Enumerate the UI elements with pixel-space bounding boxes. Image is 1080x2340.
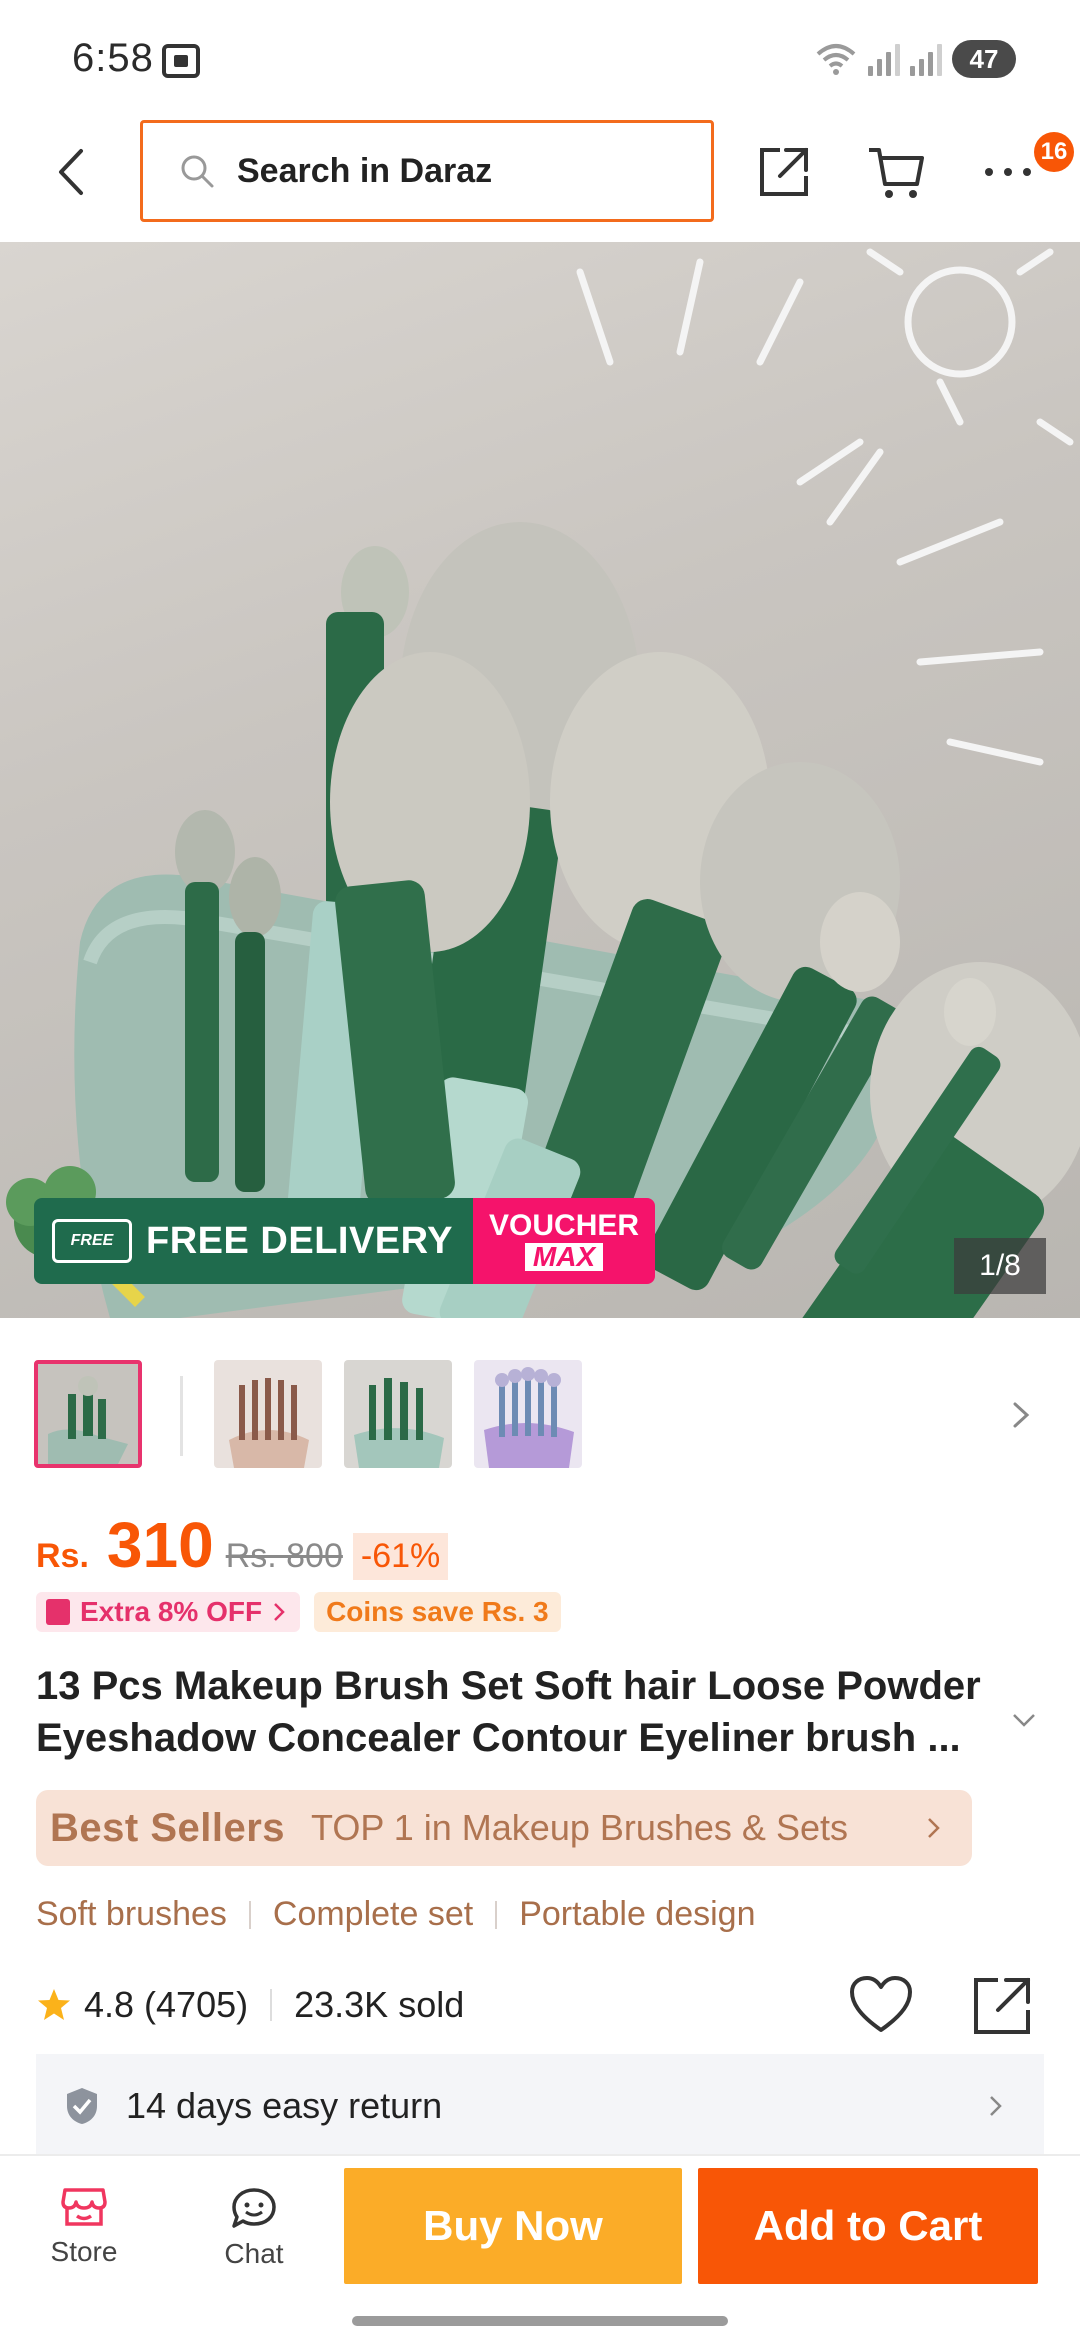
return-policy-text: 14 days easy return [126,2085,443,2126]
price-value: 310 [106,1509,214,1581]
back-button[interactable] [40,142,100,202]
status-icons: 47 [814,40,1016,78]
rating-row: 4.8 (4705) 23.3K sold [36,1970,1046,2040]
price-row: Rs. 310 Rs. 800 -61% [36,1508,449,1588]
home-indicator[interactable] [352,2316,728,2326]
top-header: Search in Daraz 16 [0,120,1080,242]
title-expand-button[interactable] [1004,1700,1044,1740]
free-delivery-badge: FREE FREE DELIVERY [34,1198,474,1284]
offers-row: Extra 8% OFF Coins save Rs. 3 [36,1592,561,1632]
free-delivery-text: FREE DELIVERY [146,1219,454,1262]
bestseller-label: Best Sellers [50,1805,286,1850]
thumbnail-2[interactable] [214,1360,322,1468]
bestseller-arrow [916,1810,952,1846]
notification-badge: 16 [1034,132,1074,172]
tag-separator [248,1900,251,1929]
thumbnail-image [214,1360,322,1468]
screenshot-icon [162,44,200,78]
thumbnail-image [344,1360,452,1468]
heart-icon [850,1976,912,2032]
extra-off-button[interactable]: Extra 8% OFF [36,1592,301,1632]
more-icon [985,168,1031,176]
product-image-carousel[interactable]: FREE FREE DELIVERY VOUCHER MAX 1/8 [0,242,1080,1318]
feature-tags: Soft brushes Complete set Portable desig… [36,1895,756,1934]
feature-tag: Soft brushes [36,1895,227,1933]
star-icon [38,1989,70,2020]
return-policy-arrow [978,2088,1014,2124]
extra-off-label: Extra 8% OFF [80,1596,263,1627]
feature-tag: Portable design [519,1895,756,1933]
image-counter: 1/8 [954,1238,1046,1294]
feature-tag: Complete set [272,1895,474,1933]
chevron-left-icon [59,149,83,195]
search-placeholder: Search in Daraz [237,151,493,190]
cart-icon [869,148,924,198]
signal-icon-2 [910,42,942,76]
return-policy-row[interactable]: 14 days easy return [36,2054,1044,2158]
bottom-action-bar: Store Chat Buy Now Add to Cart [0,2154,1080,2340]
search-icon [181,155,214,188]
status-time: 6:58 [72,36,154,80]
voucher-line2: MAX [524,1243,604,1271]
cart-button[interactable] [866,142,926,202]
sold-count: 23.3K sold [294,1984,465,2025]
status-bar: 6:58 47 [0,0,1080,120]
share-icon [760,148,808,196]
rating-separator [270,1989,273,2021]
chat-icon [232,2188,276,2228]
thumbnail-image [38,1364,138,1464]
buy-now-button[interactable]: Buy Now [344,2168,682,2284]
product-title: 13 Pcs Makeup Brush Set Soft hair Loose … [36,1664,981,1760]
chevron-right-icon [1013,1402,1030,1428]
wifi-icon [816,44,856,75]
chevron-right-icon [928,1818,940,1838]
thumbnail-divider [180,1376,183,1456]
thumbnail-3[interactable] [344,1360,452,1468]
tag-separator [495,1900,498,1929]
thumbnail-strip [0,1360,1080,1470]
voucher-max-badge: VOUCHER MAX [473,1198,656,1284]
more-options-button[interactable] [978,142,1038,202]
voucher-line1: VOUCHER [489,1209,640,1242]
chat-button[interactable]: Chat [194,2186,314,2270]
price-currency: Rs. [36,1537,89,1575]
store-button[interactable]: Store [24,2186,144,2268]
discount-badge: -61% [352,1533,449,1580]
thumbnail-next-button[interactable] [996,1390,1046,1440]
free-tag: FREE [52,1219,132,1263]
chevron-right-icon [274,1603,285,1621]
chevron-down-icon [1013,1714,1035,1727]
coins-save-badge: Coins save Rs. 3 [314,1592,561,1632]
share-icon [974,1978,1030,2034]
product-image [6,248,1080,1318]
battery-indicator: 47 [952,40,1016,78]
shield-check-icon [67,2088,97,2124]
share-button[interactable] [754,142,814,202]
chevron-right-icon [990,2096,1002,2116]
voucher-icon [46,1599,70,1625]
signal-icon [868,42,900,76]
thumbnail-1[interactable] [34,1360,142,1468]
bestseller-text: TOP 1 in Makeup Brushes & Sets [311,1807,848,1848]
store-icon [61,2188,107,2226]
search-input[interactable]: Search in Daraz [140,120,714,222]
original-price: Rs. 800 [225,1537,343,1575]
wishlist-button[interactable] [848,1974,914,2036]
bestseller-banner[interactable]: Best Sellers TOP 1 in Makeup Brushes & S… [36,1790,972,1866]
share-product-button[interactable] [970,1972,1036,2038]
thumbnail-image [474,1360,582,1468]
chat-label: Chat [224,2238,284,2269]
promo-banner: FREE FREE DELIVERY VOUCHER MAX [34,1198,656,1284]
rating-value[interactable]: 4.8 (4705) [84,1984,248,2026]
store-label: Store [50,2236,118,2267]
add-to-cart-button[interactable]: Add to Cart [698,2168,1038,2284]
thumbnail-4[interactable] [474,1360,582,1468]
